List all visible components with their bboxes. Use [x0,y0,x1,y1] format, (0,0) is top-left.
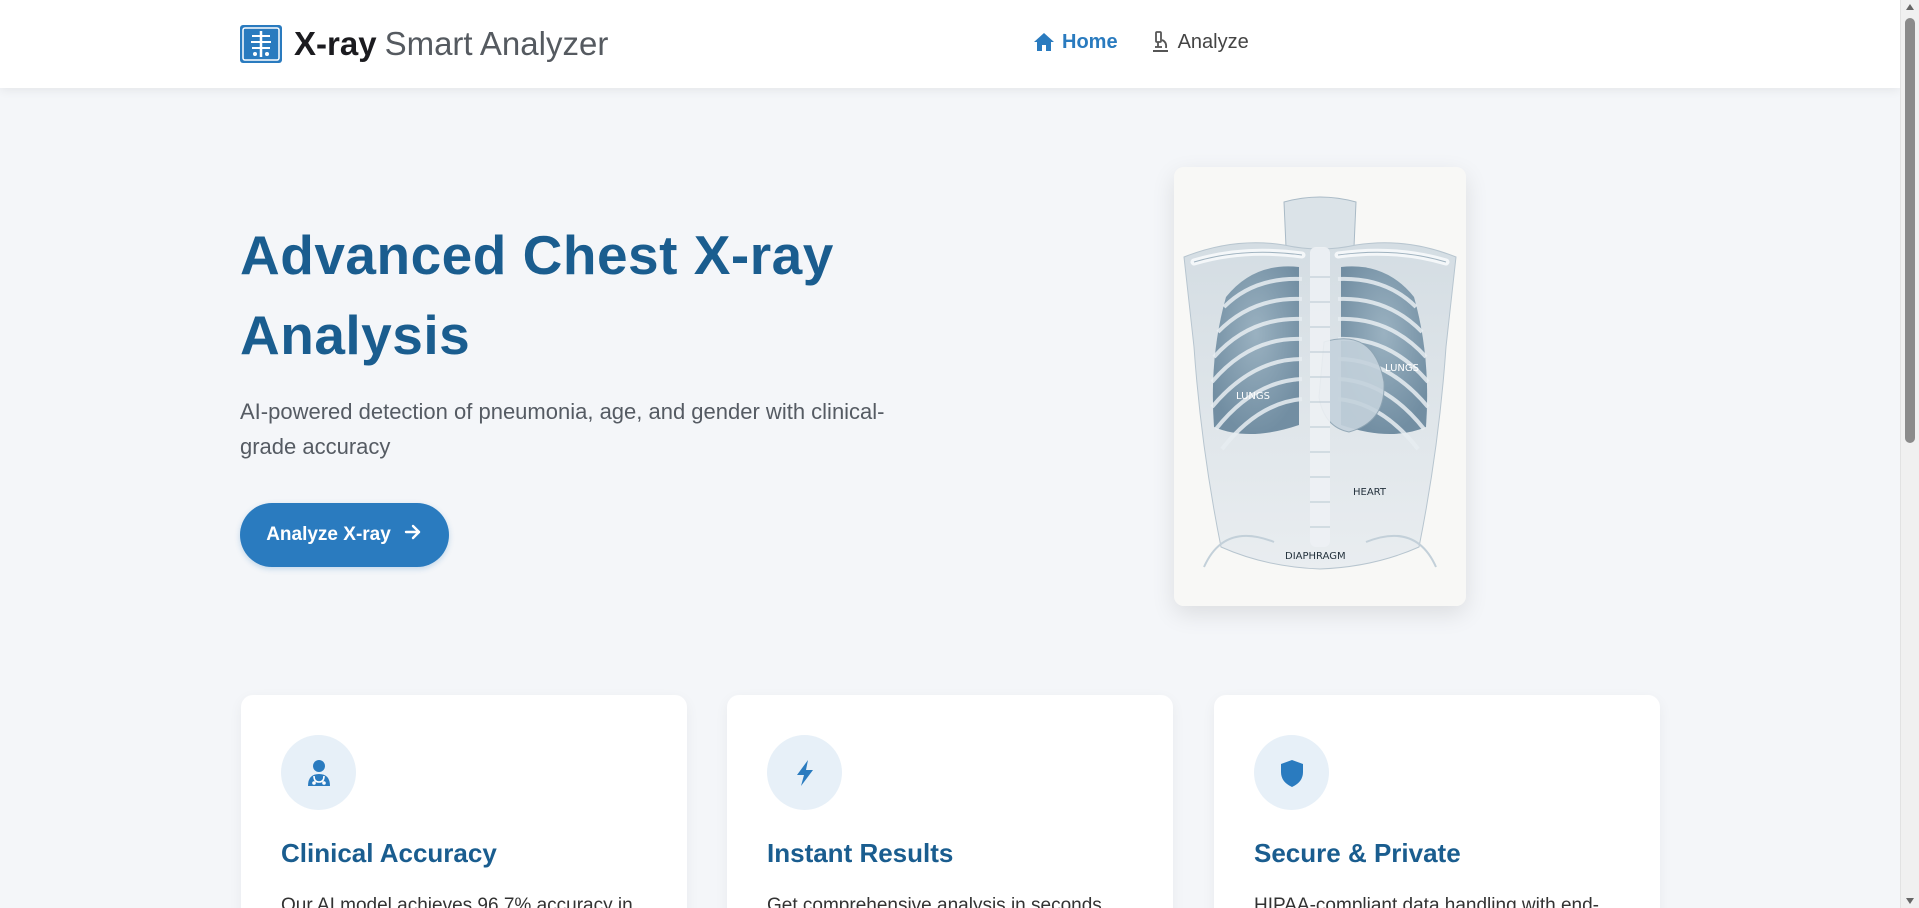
feature-text: HIPAA-compliant data handling with end- [1254,895,1600,908]
scroll-down-icon[interactable] [1906,898,1914,904]
feature-title: Secure & Private [1254,838,1461,868]
feature-card-clinical-accuracy: Clinical Accuracy Our AI model achieves … [241,695,687,908]
xray-label-heart: HEART [1353,487,1387,498]
analyze-xray-button-label: Analyze X-ray [266,524,391,545]
hero-title: Advanced Chest X-ray Analysis [240,224,834,366]
feature-card-instant-results: Instant Results Get comprehensive analys… [727,695,1173,908]
feature-icon-circle [281,735,356,810]
xray-label-lungs-left: LUNGS [1236,391,1270,402]
xray-label-lungs-right: LUNGS [1385,363,1419,374]
arrow-right-icon [403,522,423,548]
feature-card-secure-private: Secure & Private HIPAA-compliant data ha… [1214,695,1660,908]
scroll-up-icon[interactable] [1906,4,1914,10]
nav-home-label: Home [1062,30,1118,53]
chest-xray-image: LUNGS LUNGS HEART DIAPHRAGM [1174,167,1466,606]
microscope-icon [1148,30,1172,54]
feature-title: Clinical Accuracy [281,838,497,868]
brand-logo-link[interactable]: X-ray Smart Analyzer [240,24,608,64]
page: X-ray Smart Analyzer Home Analyze Advanc… [0,0,1919,908]
navbar: X-ray Smart Analyzer Home Analyze [0,0,1900,88]
scrollbar-thumb[interactable] [1905,18,1915,443]
chest-xray-illustration: LUNGS LUNGS HEART DIAPHRAGM [1174,167,1466,606]
feature-text: Our AI model achieves 96.7% accuracy in [281,895,633,908]
xray-icon [240,25,282,63]
feature-text: Get comprehensive analysis in seconds [767,895,1102,908]
brand-name: X-ray Smart Analyzer [294,24,608,64]
shield-icon [1277,758,1307,788]
main-nav: Home Analyze [1032,30,1249,54]
nav-home-link[interactable]: Home [1032,30,1118,54]
feature-title: Instant Results [767,838,954,868]
page-scrollbar[interactable] [1900,0,1919,908]
brand-name-light: Smart Analyzer [384,25,609,62]
nav-analyze-link[interactable]: Analyze [1148,30,1249,54]
home-icon [1032,30,1056,54]
feature-icon-circle [767,735,842,810]
feature-icon-circle [1254,735,1329,810]
analyze-xray-button[interactable]: Analyze X-ray [240,503,449,567]
xray-label-diaphragm: DIAPHRAGM [1285,551,1346,562]
doctor-icon [304,758,334,788]
brand-name-strong: X-ray [294,25,377,62]
hero-subtitle: AI-powered detection of pneumonia, age, … [240,399,885,459]
bolt-icon [790,758,820,788]
nav-analyze-label: Analyze [1177,30,1249,53]
